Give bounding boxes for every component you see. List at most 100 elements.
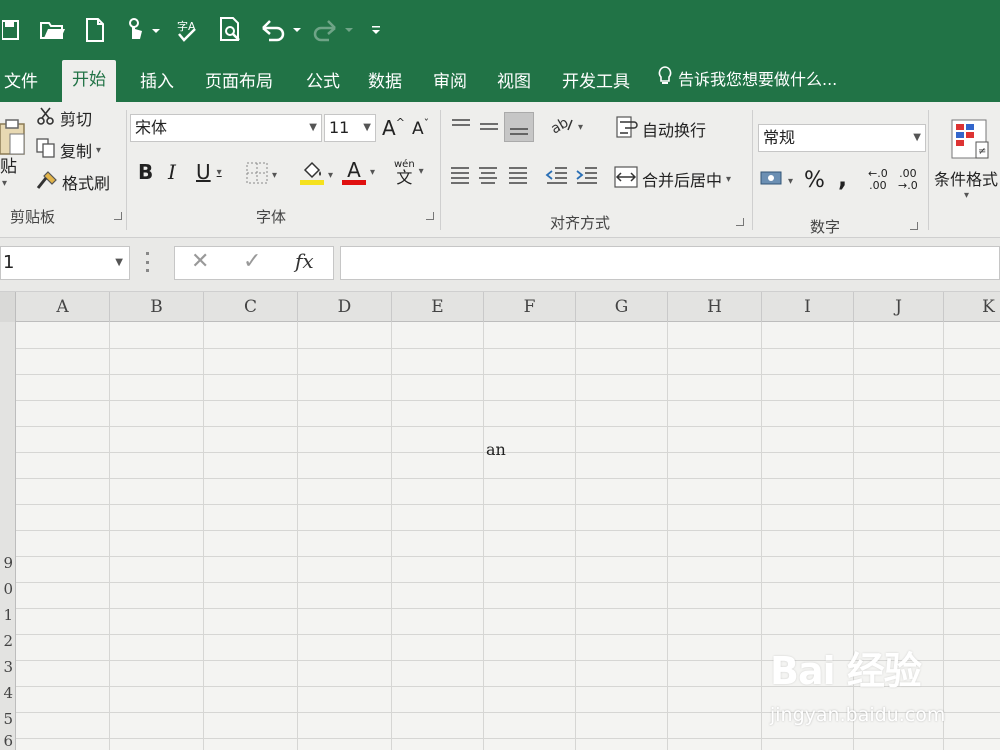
print-preview-icon[interactable] [218,14,244,46]
align-top-icon[interactable] [448,114,474,136]
cancel-icon[interactable]: ✕ [191,249,209,274]
copy-button[interactable]: 复制 ▾ [36,138,101,162]
chevron-down-icon[interactable]: ▾ [964,190,969,201]
increase-decimal-button[interactable]: ←.0 .00 [868,168,888,192]
underline-button[interactable]: U ▾ [196,160,222,184]
align-bottom-icon[interactable] [504,112,534,142]
column-header-g[interactable]: G [576,292,668,322]
row-header[interactable]: 0 [0,580,16,598]
column-header-f[interactable]: F [484,292,576,322]
tab-insert[interactable]: 插入 [130,66,184,102]
clipboard-launcher-icon[interactable] [114,212,122,220]
phonetic-button[interactable]: wén 文 ▾ [394,158,424,186]
fill-color-button[interactable]: ▾ [300,160,333,190]
column-header-e[interactable]: E [392,292,484,322]
copy-dropdown-icon[interactable]: ▾ [96,145,101,156]
tab-home[interactable]: 开始 [62,60,116,102]
row-header[interactable]: 3 [0,658,16,676]
tab-developer[interactable]: 开发工具 [552,66,640,102]
column-header-c[interactable]: C [204,292,298,322]
row-header[interactable]: 1 [0,606,16,624]
align-middle-icon[interactable] [476,116,502,138]
chevron-down-icon: ▾ [788,175,794,187]
open-icon[interactable] [38,14,68,46]
column-gridline [667,322,668,750]
grow-font-button[interactable]: A ^ [382,116,405,141]
undo-icon[interactable] [260,14,304,46]
cut-button[interactable]: 剪切 [36,106,92,130]
format-painter-button[interactable]: 格式刷 [36,170,110,194]
row-header[interactable]: 9 [0,554,16,572]
formula-bar-grip-icon[interactable] [146,252,150,272]
comma-style-button[interactable]: , [838,164,847,192]
column-header-j[interactable]: J [854,292,944,322]
row-header[interactable]: 6 [0,732,16,750]
tab-view[interactable]: 视图 [487,66,541,102]
touch-mode-icon[interactable] [120,14,164,46]
grow-font-label: A [382,116,396,140]
enter-icon[interactable]: ✓ [243,249,261,274]
tab-review[interactable]: 审阅 [423,66,477,102]
formula-input[interactable] [340,246,1000,280]
column-header-b[interactable]: B [110,292,204,322]
font-color-swatch [342,180,366,185]
insert-function-icon[interactable]: fx [295,249,314,273]
row-header[interactable]: 2 [0,632,16,650]
align-center-icon[interactable] [476,162,500,188]
tab-data[interactable]: 数据 [358,66,412,102]
alignment-launcher-icon[interactable] [736,218,744,226]
row-header[interactable]: 4 [0,684,16,702]
name-box[interactable]: 1 ▼ [0,246,130,280]
percent-button[interactable]: % [804,168,825,193]
column-header-h[interactable]: H [668,292,762,322]
font-launcher-icon[interactable] [426,212,434,220]
column-header-d[interactable]: D [298,292,392,322]
decrease-decimal-button[interactable]: .00 →.0 [898,168,918,192]
paste-button[interactable]: 贴 [0,152,17,177]
chevron-down-icon: ▼ [363,122,371,133]
font-size-combo[interactable]: 11 ▼ [324,114,376,142]
paste-dropdown-icon[interactable]: ▾ [2,178,7,189]
number-launcher-icon[interactable] [910,222,918,230]
customize-icon[interactable] [366,14,386,46]
redo-icon[interactable] [312,14,356,46]
conditional-format-icon[interactable]: ≠ [950,118,990,162]
baidu-jingyan-watermark: Bai 经验 jingyan.baidu.com [770,640,990,740]
accounting-format-button[interactable]: ▾ [760,170,793,192]
new-icon[interactable] [82,14,108,46]
number-format-combo[interactable]: 常规 ▼ [758,124,926,152]
shrink-font-label: A [412,119,424,139]
column-header-a[interactable]: A [16,292,110,322]
orientation-button[interactable]: ab ▾ [548,114,583,140]
font-name-value: 宋体 [135,118,168,137]
decrease-indent-icon[interactable] [544,162,570,188]
font-color-button[interactable]: A ▾ [342,160,375,185]
merge-center-button[interactable]: 合并后居中 ▾ [614,166,731,192]
spelling-icon[interactable]: 字A [174,14,202,46]
merge-cells-icon [614,166,638,192]
select-all-button[interactable] [0,292,16,322]
align-left-icon[interactable] [448,162,472,188]
save-icon[interactable] [0,14,22,46]
tab-formulas[interactable]: 公式 [296,66,350,102]
tab-page-layout[interactable]: 页面布局 [195,66,283,102]
tell-me-box[interactable]: 告诉我您想要做什么... [658,66,837,90]
shrink-font-button[interactable]: Aˇ [412,117,429,140]
font-name-combo[interactable]: 宋体 ▼ [130,114,322,142]
column-header-k[interactable]: K [944,292,1000,322]
italic-label: I [168,160,176,184]
borders-button[interactable]: ▾ [246,162,277,188]
italic-button[interactable]: I [168,160,176,184]
conditional-format-button[interactable]: 条件格式 [934,166,998,190]
align-right-icon[interactable] [506,162,530,188]
row-header[interactable]: 5 [0,710,16,728]
cut-label: 剪切 [60,110,93,129]
column-header-i[interactable]: I [762,292,854,322]
copy-icon [36,138,56,162]
tab-file[interactable]: 文件 [0,66,48,102]
borders-icon [246,162,268,188]
wrap-text-button[interactable]: 自动换行 [616,116,706,142]
cell-value[interactable]: an [486,440,506,459]
increase-indent-icon[interactable] [574,162,600,188]
bold-button[interactable]: B [138,160,153,184]
